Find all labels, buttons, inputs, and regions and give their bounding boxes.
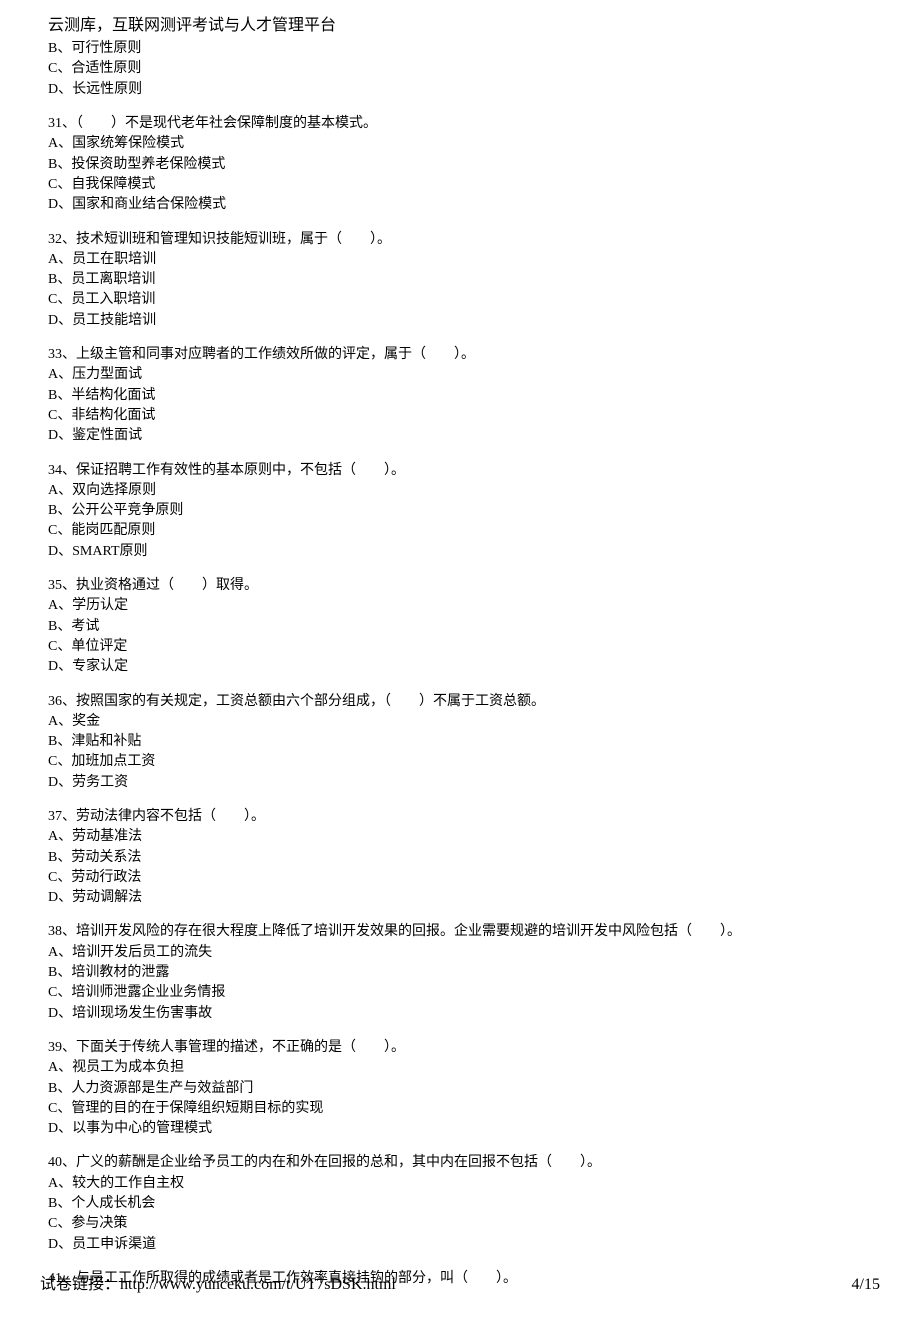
question-35: 35、执业资格通过（ ）取得。 A、学历认定 B、考试 C、单位评定 D、专家认… bbox=[48, 576, 872, 677]
option-text: D、员工技能培训 bbox=[48, 311, 872, 331]
question-text: 31、（ ）不是现代老年社会保障制度的基本模式。 bbox=[48, 114, 872, 134]
option-text: D、鉴定性面试 bbox=[48, 426, 872, 446]
option-text: B、个人成长机会 bbox=[48, 1194, 872, 1214]
question-text: 38、培训开发风险的存在很大程度上降低了培训开发效果的回报。企业需要规避的培训开… bbox=[48, 922, 872, 942]
option-text: C、员工入职培训 bbox=[48, 290, 872, 310]
question-37: 37、劳动法律内容不包括（ ）。 A、劳动基准法 B、劳动关系法 C、劳动行政法… bbox=[48, 807, 872, 908]
question-39: 39、下面关于传统人事管理的描述，不正确的是（ ）。 A、视员工为成本负担 B、… bbox=[48, 1038, 872, 1139]
option-text: C、管理的目的在于保障组织短期目标的实现 bbox=[48, 1099, 872, 1119]
question-text: 33、上级主管和同事对应聘者的工作绩效所做的评定，属于（ ）。 bbox=[48, 345, 872, 365]
page-content: 云测库，互联网测评考试与人才管理平台 B、可行性原则 C、合适性原则 D、长远性… bbox=[0, 0, 920, 1329]
question-text: 34、保证招聘工作有效性的基本原则中，不包括（ ）。 bbox=[48, 461, 872, 481]
option-text: B、员工离职培训 bbox=[48, 270, 872, 290]
option-text: C、劳动行政法 bbox=[48, 868, 872, 888]
option-text: B、可行性原则 bbox=[48, 39, 872, 59]
question-36: 36、按照国家的有关规定，工资总额由六个部分组成，（ ）不属于工资总额。 A、奖… bbox=[48, 692, 872, 793]
option-text: B、劳动关系法 bbox=[48, 848, 872, 868]
option-text: C、合适性原则 bbox=[48, 59, 872, 79]
option-text: A、较大的工作自主权 bbox=[48, 1174, 872, 1194]
option-text: D、SMART原则 bbox=[48, 542, 872, 562]
option-text: A、劳动基准法 bbox=[48, 827, 872, 847]
option-text: D、培训现场发生伤害事故 bbox=[48, 1004, 872, 1024]
option-text: A、员工在职培训 bbox=[48, 250, 872, 270]
option-text: D、长远性原则 bbox=[48, 80, 872, 100]
option-text: D、劳务工资 bbox=[48, 773, 872, 793]
option-text: B、投保资助型养老保险模式 bbox=[48, 155, 872, 175]
question-text: 36、按照国家的有关规定，工资总额由六个部分组成，（ ）不属于工资总额。 bbox=[48, 692, 872, 712]
question-text: 37、劳动法律内容不包括（ ）。 bbox=[48, 807, 872, 827]
page-footer: 试卷链接：http://www.yunceku.com/t/UT7sDSK.ht… bbox=[0, 1273, 920, 1296]
question-38: 38、培训开发风险的存在很大程度上降低了培训开发效果的回报。企业需要规避的培训开… bbox=[48, 922, 872, 1023]
footer-link: 试卷链接：http://www.yunceku.com/t/UT7sDSK.ht… bbox=[40, 1273, 396, 1296]
option-text: C、自我保障模式 bbox=[48, 175, 872, 195]
question-34: 34、保证招聘工作有效性的基本原则中，不包括（ ）。 A、双向选择原则 B、公开… bbox=[48, 461, 872, 562]
option-text: B、培训教材的泄露 bbox=[48, 963, 872, 983]
question-31: 31、（ ）不是现代老年社会保障制度的基本模式。 A、国家统筹保险模式 B、投保… bbox=[48, 114, 872, 215]
question-text: 40、广义的薪酬是企业给予员工的内在和外在回报的总和，其中内在回报不包括（ ）。 bbox=[48, 1153, 872, 1173]
option-text: C、参与决策 bbox=[48, 1214, 872, 1234]
option-text: B、人力资源部是生产与效益部门 bbox=[48, 1079, 872, 1099]
question-text: 32、技术短训班和管理知识技能短训班，属于（ ）。 bbox=[48, 230, 872, 250]
option-text: C、能岗匹配原则 bbox=[48, 521, 872, 541]
orphan-options: B、可行性原则 C、合适性原则 D、长远性原则 bbox=[48, 39, 872, 100]
question-33: 33、上级主管和同事对应聘者的工作绩效所做的评定，属于（ ）。 A、压力型面试 … bbox=[48, 345, 872, 446]
option-text: C、非结构化面试 bbox=[48, 406, 872, 426]
option-text: A、奖金 bbox=[48, 712, 872, 732]
option-text: A、学历认定 bbox=[48, 596, 872, 616]
page-number: 4/15 bbox=[852, 1273, 880, 1296]
option-text: D、以事为中心的管理模式 bbox=[48, 1119, 872, 1139]
option-text: C、加班加点工资 bbox=[48, 752, 872, 772]
question-text: 35、执业资格通过（ ）取得。 bbox=[48, 576, 872, 596]
question-40: 40、广义的薪酬是企业给予员工的内在和外在回报的总和，其中内在回报不包括（ ）。… bbox=[48, 1153, 872, 1254]
option-text: A、视员工为成本负担 bbox=[48, 1058, 872, 1078]
option-text: C、培训师泄露企业业务情报 bbox=[48, 983, 872, 1003]
option-text: B、公开公平竞争原则 bbox=[48, 501, 872, 521]
option-text: B、津贴和补贴 bbox=[48, 732, 872, 752]
option-text: B、考试 bbox=[48, 617, 872, 637]
option-text: A、国家统筹保险模式 bbox=[48, 134, 872, 154]
option-text: A、双向选择原则 bbox=[48, 481, 872, 501]
option-text: C、单位评定 bbox=[48, 637, 872, 657]
option-text: D、国家和商业结合保险模式 bbox=[48, 195, 872, 215]
option-text: B、半结构化面试 bbox=[48, 386, 872, 406]
option-text: D、员工申诉渠道 bbox=[48, 1235, 872, 1255]
option-text: D、劳动调解法 bbox=[48, 888, 872, 908]
option-text: A、培训开发后员工的流失 bbox=[48, 943, 872, 963]
question-text: 39、下面关于传统人事管理的描述，不正确的是（ ）。 bbox=[48, 1038, 872, 1058]
option-text: D、专家认定 bbox=[48, 657, 872, 677]
question-32: 32、技术短训班和管理知识技能短训班，属于（ ）。 A、员工在职培训 B、员工离… bbox=[48, 230, 872, 331]
option-text: A、压力型面试 bbox=[48, 365, 872, 385]
page-header: 云测库，互联网测评考试与人才管理平台 bbox=[48, 14, 872, 37]
